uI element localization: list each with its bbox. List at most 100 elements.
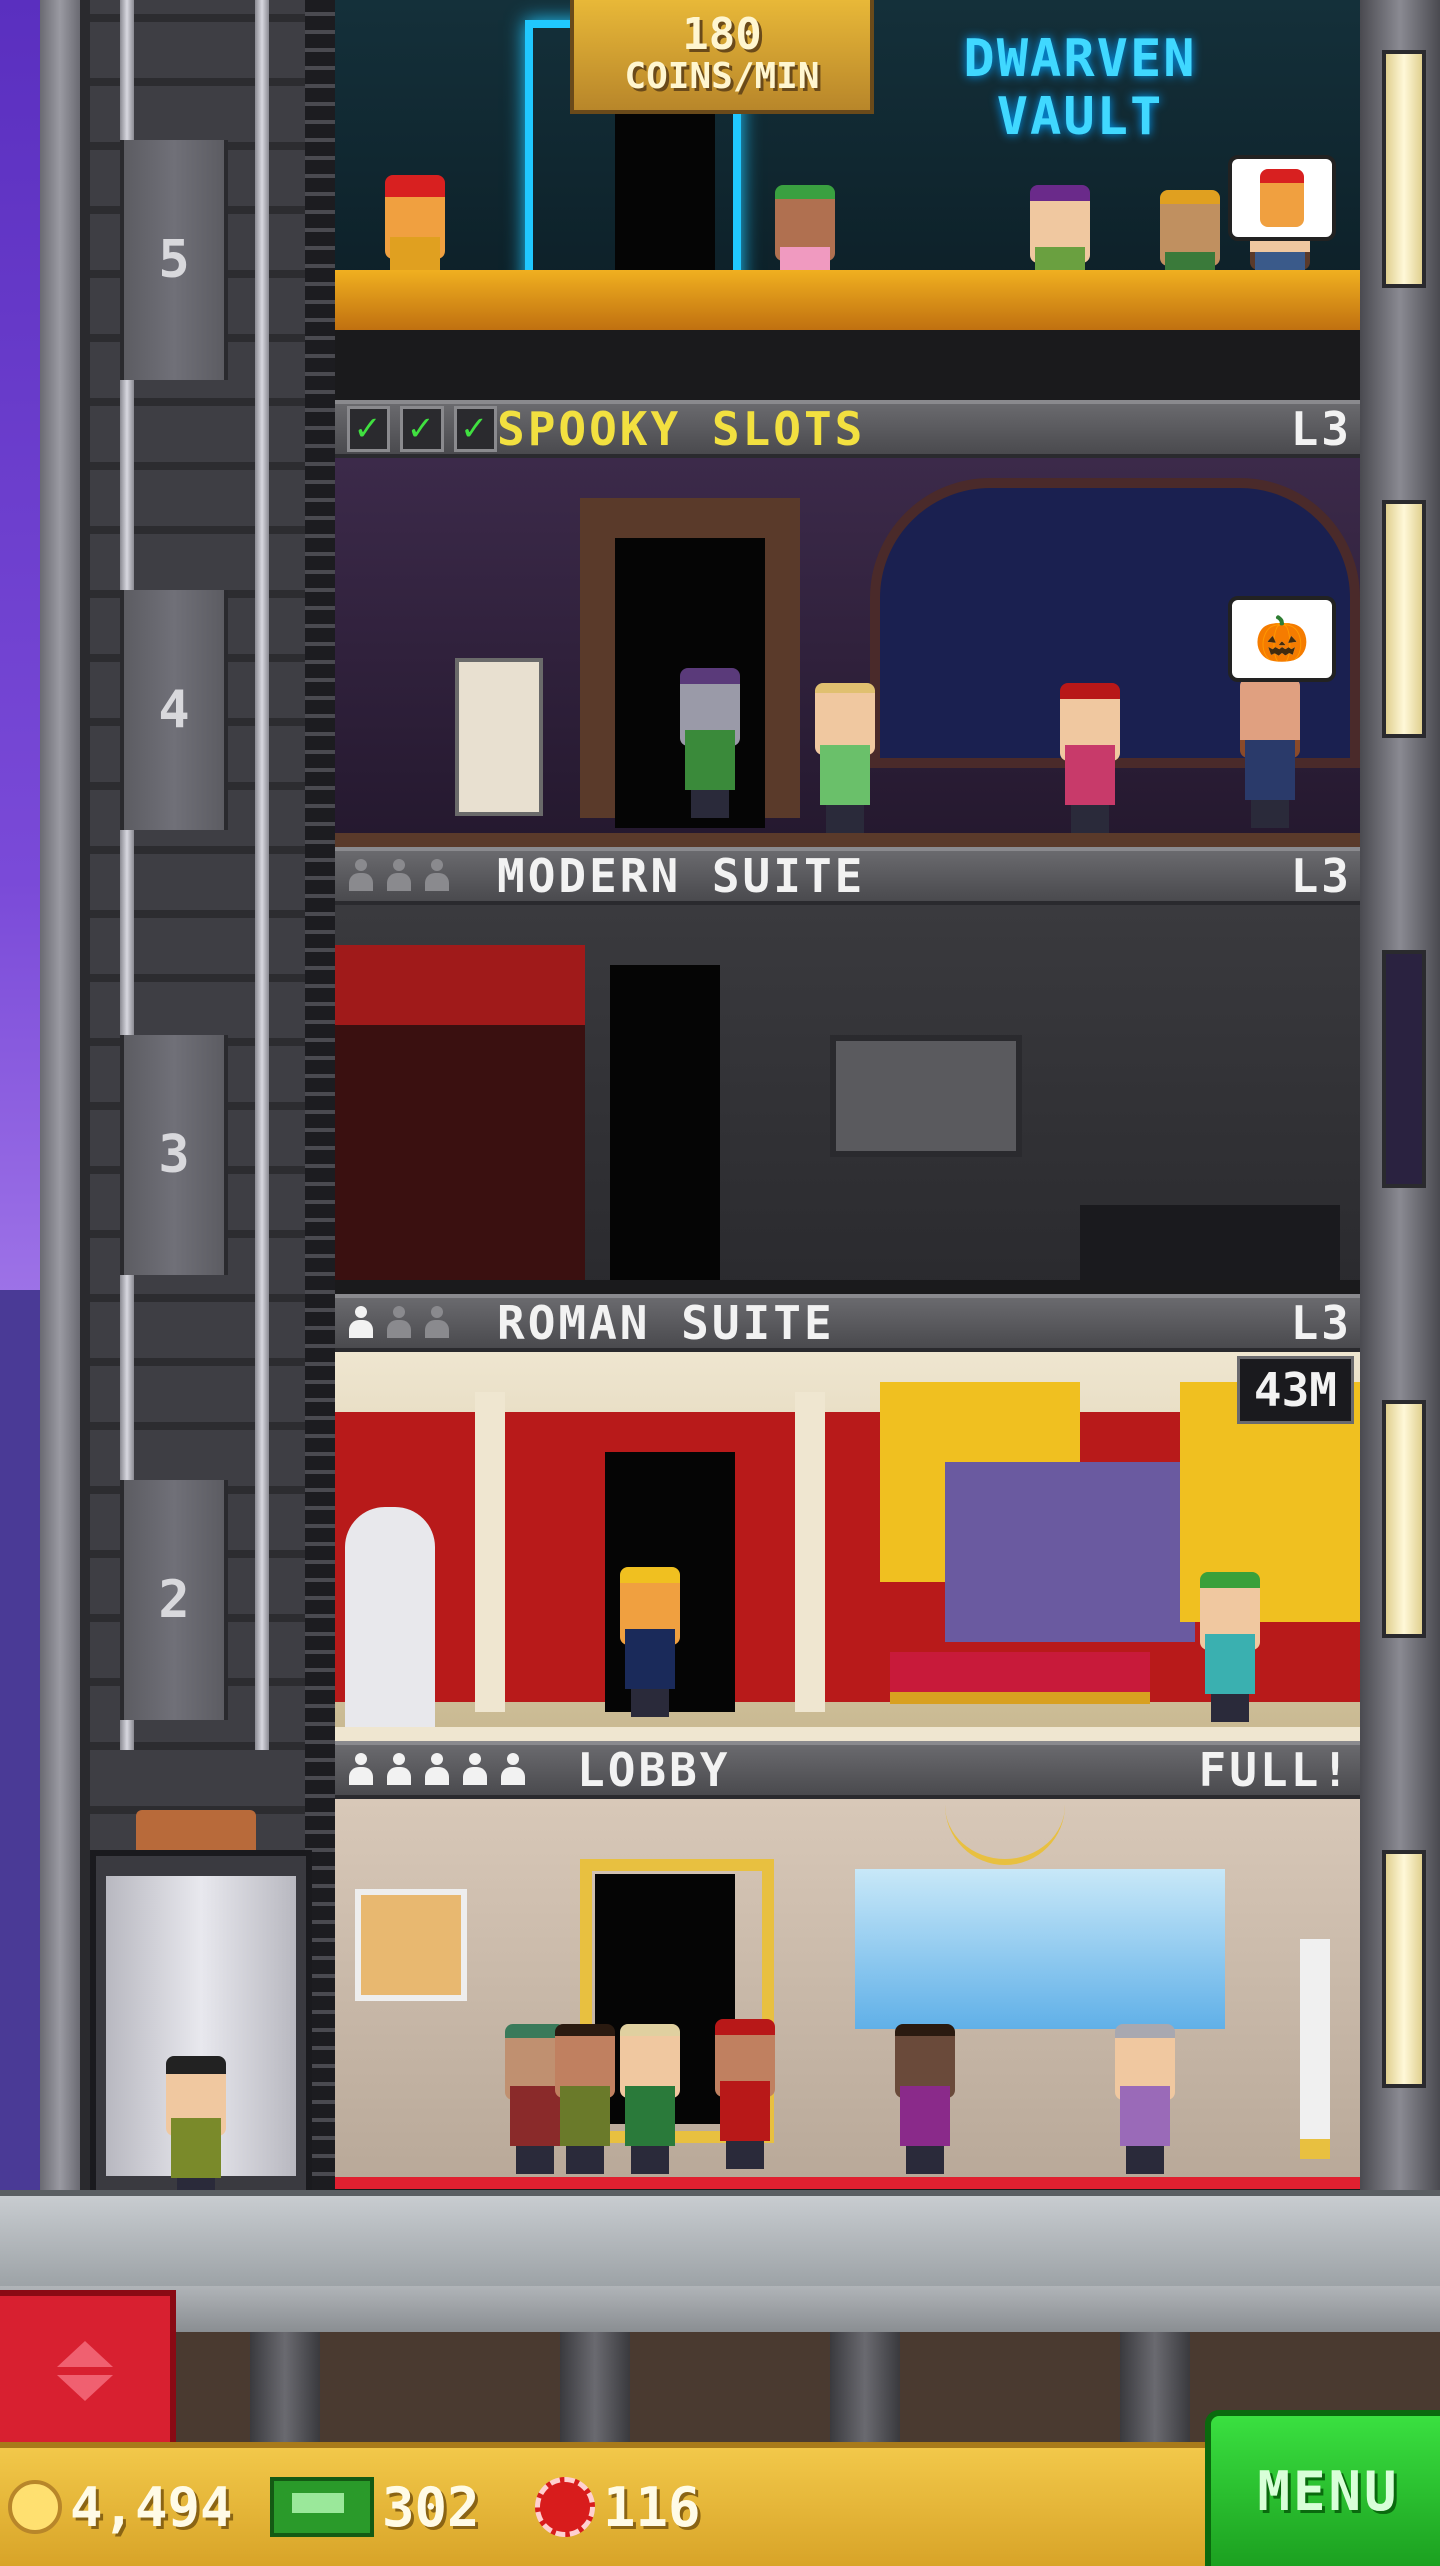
red-wall-panel <box>335 945 585 1025</box>
occupancy-pawns <box>335 1306 497 1340</box>
column <box>475 1392 505 1712</box>
sign-line-2: VAULT <box>996 87 1164 147</box>
guest-lobby-5[interactable] <box>890 2024 960 2174</box>
floor-dwarven-vault[interactable]: 180 COINS/MIN DWARVEN VAULT <box>335 0 1360 388</box>
aquarium <box>855 1869 1225 2029</box>
lobby-status: FULL! <box>1198 1743 1352 1797</box>
doorway <box>610 965 720 1285</box>
wall-art <box>830 1035 1022 1157</box>
guest-glasses[interactable] <box>810 683 880 833</box>
slot-machine <box>455 658 543 816</box>
lobby-room <box>335 1799 1360 2189</box>
pawn-icon <box>461 1753 489 1787</box>
elevator-interior <box>106 1876 296 2206</box>
column <box>795 1392 825 1712</box>
spooky-slots-room <box>335 458 1360 847</box>
guest-green-hat[interactable] <box>1195 1572 1265 1722</box>
floor-strip <box>335 833 1360 847</box>
coins-counter[interactable]: 4,494 <box>8 2448 233 2566</box>
floor-lobby[interactable]: LOBBY FULL! <box>335 1741 1360 2189</box>
floor-level: L3 <box>1290 402 1352 456</box>
tower-window <box>1382 950 1426 1188</box>
guest-lobby-3[interactable] <box>615 2024 685 2174</box>
guest-bearded[interactable] <box>1235 678 1305 828</box>
pawn-icon <box>423 1753 451 1787</box>
chandelier <box>945 1799 1065 1865</box>
floor-level: L3 <box>1290 1296 1352 1350</box>
tower-bux-icon <box>270 2477 374 2537</box>
occupancy-pawns <box>335 1753 577 1787</box>
tower-window <box>1382 1850 1426 2088</box>
check-icon: ✓ <box>347 406 391 452</box>
occupancy-pawns <box>335 859 497 893</box>
floor-level: L3 <box>1290 849 1352 903</box>
floor-header: MODERN SUITE L3 <box>335 847 1360 905</box>
elevator-updown-button[interactable] <box>0 2290 176 2452</box>
foundation-post <box>1120 2332 1190 2442</box>
coins-value: 4,494 <box>70 2475 233 2539</box>
street-ledge <box>0 2190 1440 2298</box>
floor-modern-suite[interactable]: MODERN SUITE L3 <box>335 847 1360 1294</box>
floor-roman-suite[interactable]: ROMAN SUITE L3 43M <box>335 1294 1360 1741</box>
tower-window <box>1382 500 1426 738</box>
tower-floors: 180 COINS/MIN DWARVEN VAULT ✓ ✓ ✓ SPOOKY… <box>335 0 1360 2190</box>
restock-timer[interactable]: 43M <box>1236 1356 1354 1424</box>
chips-value: 116 <box>603 2475 701 2539</box>
floor-header: ✓ ✓ ✓ SPOOKY SLOTS L3 <box>335 400 1360 458</box>
statue <box>345 1507 435 1727</box>
sign-line-1: DWARVEN <box>963 29 1197 89</box>
dark-wall-panel <box>335 1025 585 1285</box>
pawn-icon <box>385 859 413 893</box>
check-icon: ✓ <box>400 406 444 452</box>
pawn-icon <box>423 1306 451 1340</box>
income-unit: COINS/MIN <box>624 56 820 97</box>
lobby-red-carpet <box>335 2177 1360 2189</box>
coin-icon <box>8 2480 62 2534</box>
guest-bellhop[interactable] <box>1055 683 1125 833</box>
shaft-floor-number-3: 3 <box>120 1035 228 1275</box>
floor-name: ROMAN SUITE <box>497 1296 835 1350</box>
pawn-icon <box>385 1753 413 1787</box>
foundation-post <box>830 2332 900 2442</box>
distant-building <box>0 1290 40 2190</box>
floor-header: ROMAN SUITE L3 <box>335 1294 1360 1352</box>
menu-button[interactable]: MENU <box>1205 2410 1440 2566</box>
bux-value: 302 <box>382 2475 480 2539</box>
window <box>945 1462 1195 1642</box>
tower-window <box>1382 50 1426 288</box>
tower-window <box>1382 1400 1426 1638</box>
elevator-car[interactable] <box>90 1810 312 2206</box>
chips-counter[interactable]: 116 <box>535 2448 701 2566</box>
pawn-icon <box>499 1753 527 1787</box>
guest-lobby-2[interactable] <box>550 2024 620 2174</box>
floor-name: MODERN SUITE <box>497 849 866 903</box>
foundation-post <box>560 2332 630 2442</box>
bux-counter[interactable]: 302 <box>270 2448 480 2566</box>
elevator-motor <box>136 1810 256 1850</box>
elevator-passenger[interactable] <box>161 2056 231 2206</box>
roman-suite-room <box>335 1352 1360 1741</box>
gnome-bubble-icon[interactable] <box>1228 155 1336 241</box>
guest-bellhop[interactable] <box>710 2019 780 2169</box>
modern-suite-room <box>335 905 1360 1294</box>
floor-header: LOBBY FULL! <box>335 1741 1360 1799</box>
lamp <box>1300 1939 1330 2159</box>
foundation-post <box>250 2332 320 2442</box>
guest-zombie[interactable] <box>675 668 745 818</box>
pumpkin-bubble-icon[interactable]: 🎃 <box>1228 596 1336 682</box>
floor-strip <box>335 1727 1360 1741</box>
pawn-icon <box>423 859 451 893</box>
income-banner[interactable]: 180 COINS/MIN <box>570 0 874 114</box>
dwarven-vault-sign: DWARVEN VAULT <box>930 30 1230 150</box>
pawn-icon <box>347 1306 375 1340</box>
floor-name: SPOOKY SLOTS <box>497 402 866 456</box>
arrow-up-icon <box>57 2341 113 2367</box>
pawn-icon <box>347 859 375 893</box>
casino-chip-icon <box>535 2477 595 2537</box>
chaise-lounge <box>890 1652 1150 1704</box>
guest-lobby-6[interactable] <box>1110 2024 1180 2174</box>
pawn-icon <box>347 1753 375 1787</box>
tower-right-wall <box>1360 0 1440 2190</box>
floor-spooky-slots[interactable]: ✓ ✓ ✓ SPOOKY SLOTS L3 🎃 <box>335 400 1360 847</box>
guest-blonde[interactable] <box>615 1567 685 1717</box>
